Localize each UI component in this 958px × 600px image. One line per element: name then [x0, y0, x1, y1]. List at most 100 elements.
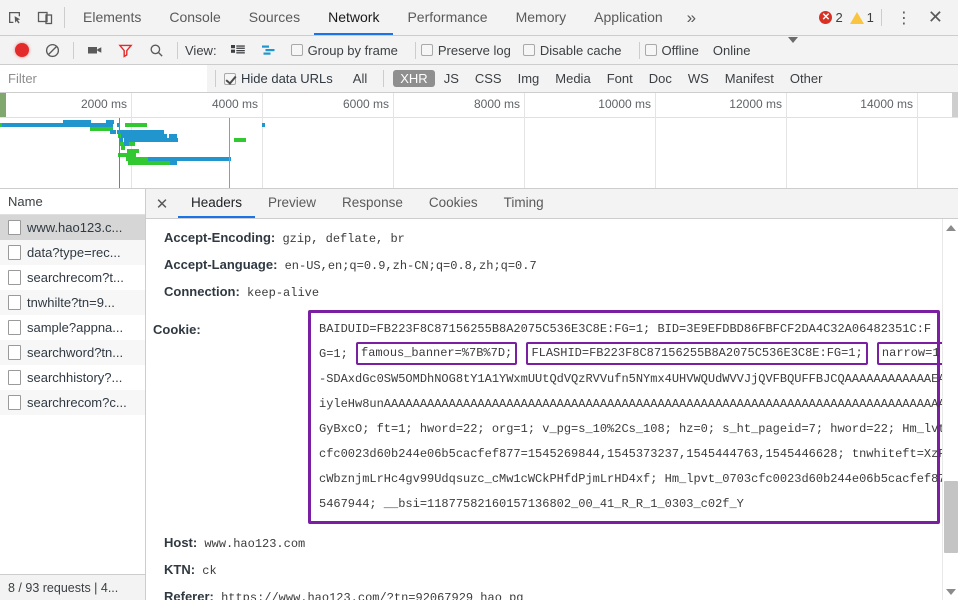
tab-console[interactable]: Console	[155, 0, 234, 35]
overview-tick-label: 4000 ms	[211, 97, 258, 111]
checkbox-box[interactable]	[522, 44, 535, 56]
error-count-badge[interactable]: ✕ 2	[819, 10, 843, 25]
filter-type-label: Media	[555, 71, 591, 86]
divider	[215, 70, 216, 87]
document-icon	[8, 245, 21, 260]
overview-request-bar	[170, 161, 177, 165]
detail-tab-label: Cookies	[428, 195, 478, 210]
tab-network[interactable]: Network	[314, 0, 394, 35]
throttling-select[interactable]: Online	[713, 43, 751, 58]
scroll-up-arrow[interactable]	[943, 219, 958, 236]
tab-memory[interactable]: Memory	[502, 0, 581, 35]
filter-type-xhr[interactable]: XHR	[393, 70, 435, 87]
overview-right-handle[interactable]	[952, 93, 958, 118]
warning-count-badge[interactable]: 1	[849, 10, 874, 25]
network-overview-timeline[interactable]: 2000 ms 4000 ms 6000 ms 8000 ms 10000 ms 1200…	[0, 93, 958, 189]
filter-type-all[interactable]: All	[346, 70, 374, 87]
hide-data-urls-checkbox[interactable]: Hide data URLs	[224, 71, 333, 86]
scroll-down-arrow[interactable]	[943, 583, 958, 600]
header-row-accept-language: Accept-Language: en-US,en;q=0.9,zh-CN;q=…	[146, 252, 958, 279]
detail-vertical-scrollbar[interactable]	[942, 219, 958, 600]
overview-tick-label: 6000 ms	[342, 97, 389, 111]
list-view-icon[interactable]	[223, 36, 254, 65]
inspect-element-icon[interactable]	[0, 0, 30, 35]
request-row[interactable]: searchword?tn...	[0, 340, 145, 365]
filter-type-label: Other	[789, 71, 823, 86]
checkbox-box[interactable]	[224, 72, 236, 85]
overview-left-handle[interactable]	[0, 93, 6, 118]
filter-type-doc[interactable]: Doc	[642, 70, 679, 87]
cookie-line-5: GyBxcO; ft=1; hword=22; org=1; v_pg=s_10…	[319, 422, 958, 436]
checkbox-box[interactable]	[644, 44, 657, 56]
record-button[interactable]	[6, 36, 37, 65]
highlight-narrow: narrow=1	[876, 342, 945, 366]
filter-type-css[interactable]: CSS	[468, 70, 509, 87]
filter-type-label: Manifest	[724, 71, 774, 86]
checkbox-box[interactable]	[290, 44, 303, 56]
request-row[interactable]: www.hao123.c...	[0, 215, 145, 240]
detail-tab-label: Response	[342, 195, 403, 210]
network-body: Name www.hao123.c... data?type=rec... sear…	[0, 189, 958, 600]
tab-label: Sources	[248, 8, 301, 25]
tab-headers[interactable]: Headers	[178, 189, 256, 218]
tab-elements[interactable]: Elements	[69, 0, 155, 35]
overview-request-bar	[63, 120, 91, 124]
dom-content-loaded-line	[119, 118, 120, 188]
more-options-icon[interactable]: ⋮	[889, 8, 919, 28]
chevron-up-icon	[945, 224, 956, 231]
highlight-flashid: FLASHID=FB223F8C87156255B8A2075C536E3C8E…	[526, 342, 868, 366]
preserve-log-label: Preserve log	[437, 42, 511, 58]
request-row[interactable]: searchrecom?t...	[0, 265, 145, 290]
header-name-cookie: Cookie:	[153, 322, 201, 337]
cookie-line-1: Cookie: BAIDUID=FB223F8C87156255B8A2075C…	[153, 317, 935, 342]
highlight-famous-banner: famous_banner=%7B%7D;	[356, 342, 518, 366]
scrollbar-track[interactable]	[943, 236, 958, 583]
tab-response[interactable]: Response	[329, 189, 416, 218]
filter-type-manifest[interactable]: Manifest	[718, 70, 781, 87]
close-detail-icon[interactable]: ✕	[146, 189, 178, 218]
tab-preview[interactable]: Preview	[255, 189, 329, 218]
requests-column-header[interactable]: Name	[0, 189, 145, 215]
filter-type-ws[interactable]: WS	[681, 70, 716, 87]
tab-label: Elements	[83, 8, 142, 25]
filter-type-other[interactable]: Other	[783, 70, 830, 87]
checkbox-box[interactable]	[420, 44, 433, 56]
tab-cookies[interactable]: Cookies	[416, 189, 491, 218]
divider	[73, 41, 74, 59]
disable-cache-checkbox[interactable]: Disable cache	[522, 43, 622, 58]
search-icon[interactable]	[141, 36, 172, 65]
request-row[interactable]: searchrecom?c...	[0, 390, 145, 415]
close-devtools-icon[interactable]: ✕	[919, 7, 952, 28]
throttling-caret[interactable]	[788, 36, 799, 58]
filter-type-js[interactable]: JS	[437, 70, 466, 87]
more-tabs-icon[interactable]: »	[677, 0, 706, 35]
request-name-label: sample?appna...	[27, 320, 124, 335]
clear-button[interactable]	[37, 36, 68, 65]
camera-icon[interactable]	[79, 36, 110, 65]
header-name: Connection:	[164, 284, 240, 299]
error-icon: ✕	[819, 11, 833, 24]
document-icon	[8, 270, 21, 285]
filter-type-font[interactable]: Font	[600, 70, 640, 87]
network-toolbar: View: Group by frame Preserve log Disabl…	[0, 36, 958, 65]
device-toolbar-icon[interactable]	[30, 0, 60, 35]
request-row[interactable]: searchhistory?...	[0, 365, 145, 390]
filter-type-media[interactable]: Media	[548, 70, 597, 87]
scrollbar-thumb[interactable]	[943, 481, 958, 553]
tab-timing[interactable]: Timing	[491, 189, 557, 218]
waterfall-view-icon[interactable]	[254, 36, 285, 65]
request-row[interactable]: tnwhilte?tn=9...	[0, 290, 145, 315]
offline-checkbox[interactable]: Offline	[644, 43, 699, 58]
filter-type-img[interactable]: Img	[511, 70, 547, 87]
request-row[interactable]: data?type=rec...	[0, 240, 145, 265]
tab-performance[interactable]: Performance	[393, 0, 501, 35]
filter-input[interactable]	[0, 65, 207, 92]
tab-application[interactable]: Application	[580, 0, 677, 35]
funnel-icon[interactable]	[110, 36, 141, 65]
group-by-frame-checkbox[interactable]: Group by frame	[290, 43, 398, 58]
tab-sources[interactable]: Sources	[235, 0, 314, 35]
preserve-log-checkbox[interactable]: Preserve log	[420, 42, 511, 58]
request-row[interactable]: sample?appna...	[0, 315, 145, 340]
header-value: ck	[202, 564, 217, 578]
overview-tick-label: 10000 ms	[598, 97, 651, 111]
